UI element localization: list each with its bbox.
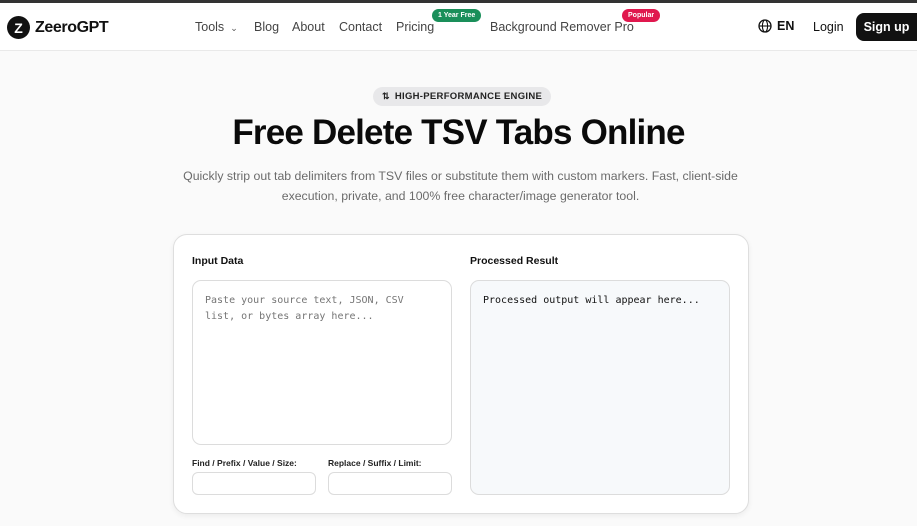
nav-background-remover[interactable]: Background Remover Pro — [490, 20, 634, 34]
nav-about[interactable]: About — [292, 20, 325, 34]
brand-name: ZeeroGPT — [35, 18, 109, 36]
site-header: Z ZeeroGPT Tools ⌄ Blog About Contact Pri… — [0, 3, 917, 51]
input-textarea[interactable] — [192, 280, 452, 445]
logo-z-icon: Z — [7, 16, 30, 39]
language-label: EN — [777, 19, 795, 33]
nav-pricing[interactable]: Pricing — [396, 20, 434, 34]
result-label: Processed Result — [470, 255, 559, 267]
page-subtitle: Quickly strip out tab delimiters from TS… — [183, 169, 738, 203]
engine-badge: ⇅ HIGH-PERFORMANCE ENGINE — [373, 87, 552, 106]
nav-contact[interactable]: Contact — [339, 20, 382, 34]
chevron-down-icon: ⌄ — [230, 23, 238, 33]
engine-badge-label: HIGH-PERFORMANCE ENGINE — [394, 91, 543, 102]
language-selector[interactable]: EN — [758, 19, 794, 33]
popular-badge: Popular — [622, 9, 661, 22]
nav-tools-label: Tools — [195, 20, 225, 34]
sliders-icon: ⇅ — [382, 91, 390, 101]
nav-blog[interactable]: Blog — [254, 20, 279, 34]
nav-tools[interactable]: Tools ⌄ — [195, 20, 238, 34]
signup-button[interactable]: Sign up — [856, 13, 917, 41]
result-output[interactable]: Processed output will appear here... — [470, 280, 730, 495]
pricing-badge: 1 Year Free — [432, 9, 482, 22]
replace-input[interactable] — [328, 472, 452, 495]
find-label: Find / Prefix / Value / Size: — [192, 458, 297, 468]
tool-card: Input Data Find / Prefix / Value / Size:… — [173, 234, 749, 514]
globe-icon — [758, 19, 772, 33]
brand-logo[interactable]: Z ZeeroGPT — [7, 16, 109, 39]
login-link[interactable]: Login — [813, 20, 844, 34]
find-input[interactable] — [192, 472, 316, 495]
replace-label: Replace / Suffix / Limit: — [328, 458, 422, 468]
page-title: Free Delete TSV Tabs Online — [232, 113, 685, 152]
input-label: Input Data — [192, 255, 244, 267]
